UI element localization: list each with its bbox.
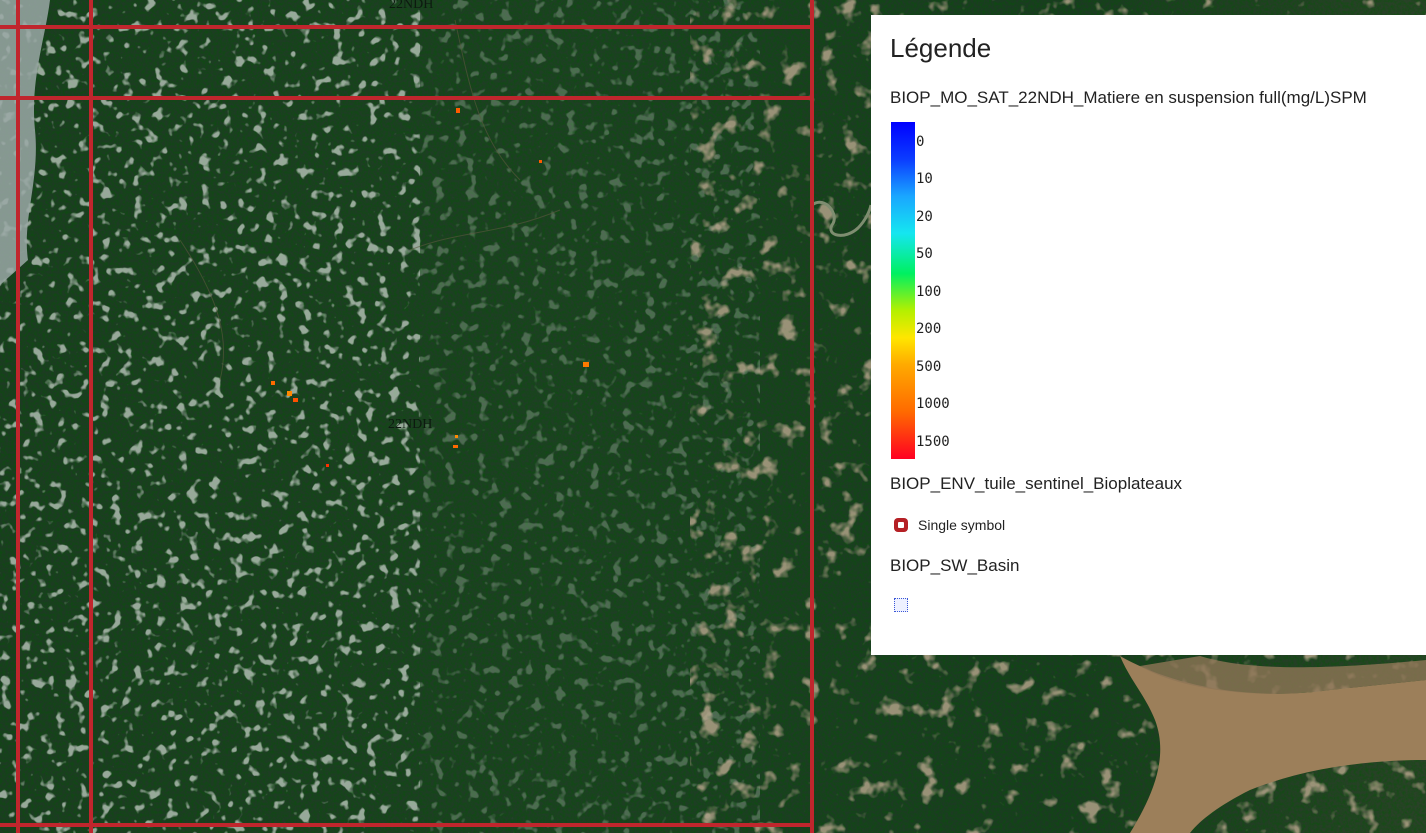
- legend-layer-basin-name: BIOP_SW_Basin: [890, 556, 1020, 575]
- colorbar-tick: 20: [916, 209, 933, 225]
- spm-hotspot[interactable]: [453, 445, 458, 448]
- spm-hotspot[interactable]: [455, 435, 458, 438]
- tile-label-center: 22NDH: [388, 417, 433, 432]
- basin-polygon-icon: [894, 598, 908, 612]
- spm-hotspot[interactable]: [326, 464, 329, 467]
- colorbar-tick: 0: [916, 134, 925, 150]
- spm-hotspot[interactable]: [271, 381, 275, 385]
- legend-panel: Légende BIOP_MO_SAT_22NDH_Matiere en sus…: [871, 15, 1426, 655]
- color-ramp: [891, 122, 915, 459]
- colorbar-tick: 1500: [916, 434, 950, 450]
- colorbar-tick: 1000: [916, 396, 950, 412]
- spm-hotspot[interactable]: [456, 108, 460, 113]
- spm-hotspot[interactable]: [287, 391, 292, 396]
- colorbar-tick: 500: [916, 359, 942, 375]
- single-symbol-icon: [894, 518, 908, 532]
- colorbar-tick: 200: [916, 321, 942, 337]
- spm-hotspot[interactable]: [539, 160, 542, 163]
- legend-tiles-symbol-row: Single symbol: [890, 516, 1426, 534]
- legend-layer-tiles-name: BIOP_ENV_tuile_sentinel_Bioplateaux: [890, 474, 1183, 493]
- legend-layer-spm-name: BIOP_MO_SAT_22NDH_Matiere en suspension …: [890, 88, 1367, 107]
- single-symbol-label: Single symbol: [918, 517, 1006, 533]
- spm-hotspot[interactable]: [293, 398, 298, 402]
- cloud-cover: [0, 0, 420, 833]
- tile-label-top: 22NDH: [389, 0, 434, 12]
- colorbar-tick: 10: [916, 171, 933, 187]
- legend-spm-colorbar: 0 10 20 50 100 200 500 1000 1500: [890, 114, 1426, 470]
- legend-title: Légende: [890, 33, 992, 63]
- colorbar-tick: 100: [916, 284, 942, 300]
- spm-hotspot[interactable]: [583, 362, 589, 367]
- colorbar-tick: 50: [916, 246, 933, 262]
